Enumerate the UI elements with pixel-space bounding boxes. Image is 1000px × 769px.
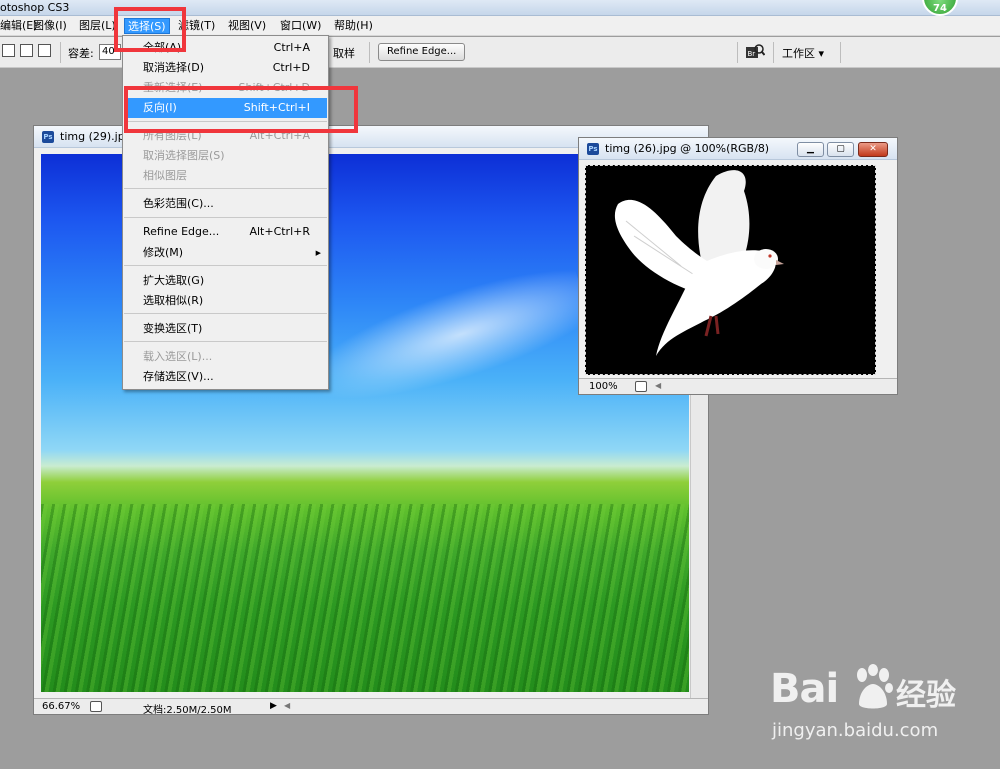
baidu-paw-icon: [857, 664, 893, 709]
separator: [369, 42, 370, 63]
sample-all-layers-label[interactable]: 取样: [333, 45, 355, 61]
menu-image[interactable]: 图像(I): [30, 18, 70, 34]
svg-text:Br: Br: [748, 50, 756, 58]
menu-layer[interactable]: 图层(L): [76, 18, 119, 34]
submenu-arrow-icon: ▶: [315, 249, 321, 257]
grass-texture: [41, 504, 689, 692]
maximize-button[interactable]: ▢: [827, 142, 854, 157]
scroll-left-icon[interactable]: ◀: [284, 701, 290, 710]
menu-item-similar[interactable]: 选取相似(R): [124, 291, 327, 311]
selection-add-icon[interactable]: [20, 44, 33, 57]
selection-intersect-icon[interactable]: [38, 44, 51, 57]
menu-item-grow[interactable]: 扩大选取(G): [124, 271, 327, 291]
menu-item-load-selection: 载入选区(L)...: [143, 350, 213, 363]
document-statusbar: 100% ◀: [579, 378, 897, 394]
menu-separator: [124, 313, 327, 314]
app-title: otoshop CS3: [0, 1, 70, 14]
annotation-box-inverse: [124, 86, 358, 133]
watermark-brand: Bai: [770, 666, 839, 712]
menu-window[interactable]: 窗口(W): [277, 18, 324, 34]
watermark-url: jingyan.baidu.com: [772, 720, 939, 741]
document-window-dove[interactable]: Ps timg (26).jpg @ 100%(RGB/8) ▁ ▢ ✕ 100…: [578, 137, 898, 395]
document-size: 文档:2.50M/2.50M: [143, 705, 232, 716]
zoom-readout[interactable]: 100%: [589, 381, 618, 392]
document-title: timg (26).jpg @ 100%(RGB/8): [605, 142, 770, 155]
status-menu-arrow-icon[interactable]: ▶: [270, 701, 277, 711]
minimize-button[interactable]: ▁: [797, 142, 824, 157]
menu-view[interactable]: 视图(V): [225, 18, 269, 34]
refine-edge-button[interactable]: Refine Edge...: [378, 43, 466, 61]
menu-item-modify[interactable]: 修改(M) ▶: [124, 243, 327, 263]
menu-item-transform-selection[interactable]: 变换选区(T): [124, 319, 327, 339]
document-title: timg (29).jpg: [60, 130, 132, 143]
dove-image[interactable]: [585, 165, 876, 375]
bridge-icon[interactable]: Br: [745, 44, 765, 59]
baidu-watermark: Bai 经验 jingyan.baidu.com: [770, 660, 1000, 769]
tolerance-label: 容差:: [68, 47, 94, 60]
menu-separator: [124, 341, 327, 342]
annotation-box-select-menu: [114, 7, 186, 52]
menu-item-save-selection[interactable]: 存储选区(V)...: [124, 367, 327, 387]
dove-illustration: [614, 170, 784, 356]
menu-item-deselect-layers: 取消选择图层(S): [143, 149, 225, 162]
separator: [60, 42, 61, 63]
menu-help[interactable]: 帮助(H): [331, 18, 376, 34]
selection-new-icon[interactable]: [2, 44, 15, 57]
close-button[interactable]: ✕: [858, 142, 888, 157]
menu-item-similar-layers: 相似图层: [143, 169, 187, 182]
document-statusbar: 66.67% 文档:2.50M/2.50M ▶ ◀: [34, 698, 708, 716]
zoom-icon[interactable]: [635, 381, 647, 392]
menu-separator: [124, 265, 327, 266]
notification-badge[interactable]: 74: [922, 0, 958, 16]
scroll-left-icon[interactable]: ◀: [655, 381, 661, 390]
watermark-brand-cn: 经验: [896, 678, 956, 713]
menu-item-color-range[interactable]: 色彩范围(C)...: [124, 194, 327, 214]
menu-item-refine-edge[interactable]: Refine Edge... Alt+Ctrl+R: [124, 222, 327, 242]
photoshop-doc-icon: Ps: [42, 131, 54, 143]
separator: [737, 42, 738, 63]
menu-item-deselect[interactable]: 取消选择(D) Ctrl+D: [124, 58, 327, 78]
separator: [840, 42, 841, 63]
photoshop-doc-icon: Ps: [587, 143, 599, 155]
menu-separator: [124, 217, 327, 218]
separator: [773, 42, 774, 63]
zoom-icon[interactable]: [90, 701, 102, 712]
menu-separator: [124, 188, 327, 189]
document-titlebar[interactable]: Ps timg (26).jpg @ 100%(RGB/8) ▁ ▢ ✕: [579, 138, 897, 160]
workspace-button[interactable]: 工作区 ▾: [782, 45, 824, 61]
zoom-readout[interactable]: 66.67%: [42, 701, 80, 712]
